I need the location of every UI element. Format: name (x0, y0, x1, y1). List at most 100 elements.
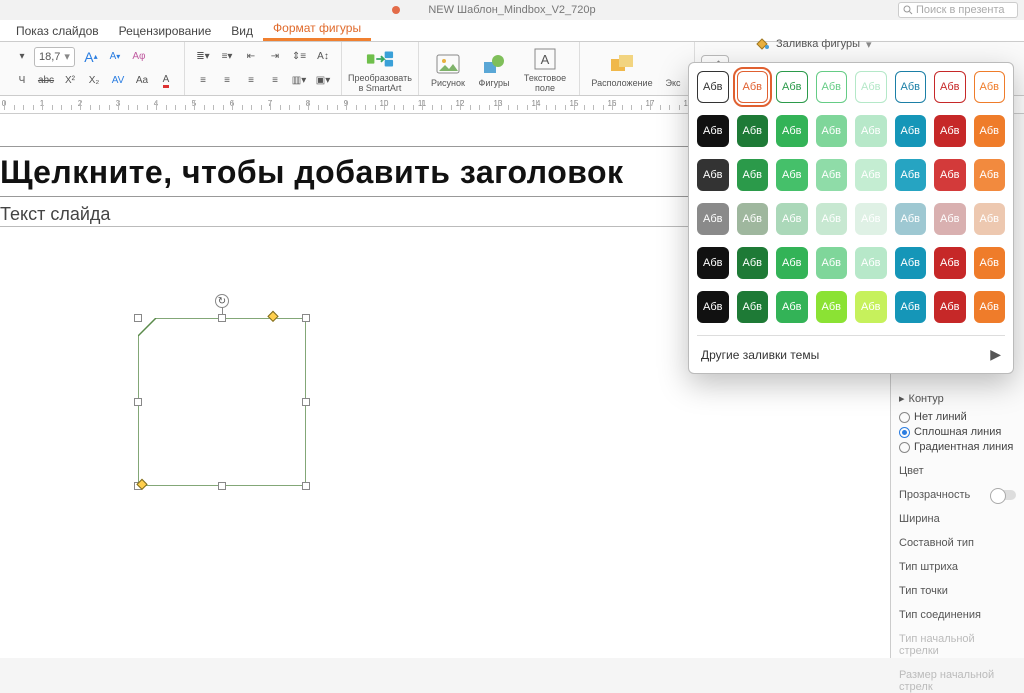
tab-shape-format[interactable]: Формат фигуры (263, 18, 371, 41)
subscript-button[interactable]: X₂ (83, 70, 105, 92)
style-swatch[interactable]: Абв (697, 115, 729, 147)
char-spacing-button[interactable]: AV (107, 70, 129, 92)
style-swatch[interactable]: Абв (776, 159, 808, 191)
tab-view[interactable]: Вид (221, 21, 263, 41)
style-swatch[interactable]: Абв (737, 115, 769, 147)
selected-shape[interactable] (138, 318, 306, 486)
shape-fill-dropdown[interactable]: Заливка фигуры ▾ (754, 36, 872, 52)
style-swatch[interactable]: Абв (974, 71, 1006, 103)
outline-color-row[interactable]: Цвет (899, 465, 1016, 477)
increase-font-button[interactable]: A▴ (80, 46, 102, 68)
style-swatch[interactable]: Абв (697, 203, 729, 235)
outline-width-row[interactable]: Ширина (899, 513, 1016, 525)
quick-styles-button[interactable]: Экс (658, 50, 688, 88)
outline-section-header[interactable]: ▸ Контур (899, 392, 1016, 405)
style-swatch[interactable]: Абв (697, 71, 729, 103)
style-swatch[interactable]: Абв (697, 247, 729, 279)
outline-dash-row[interactable]: Тип штриха (899, 561, 1016, 573)
style-swatch[interactable]: Абв (816, 291, 848, 323)
style-swatch[interactable]: Абв (934, 159, 966, 191)
indent-more-button[interactable]: ⇥ (264, 46, 286, 68)
align-right-button[interactable]: ≡ (240, 70, 262, 92)
resize-handle-se[interactable] (302, 482, 310, 490)
font-size-input[interactable]: 18,7▾ (34, 47, 75, 67)
style-swatch[interactable]: Абв (934, 115, 966, 147)
style-swatch[interactable]: Абв (697, 291, 729, 323)
text-direction-button[interactable]: A↕ (312, 46, 334, 68)
outline-cap-row[interactable]: Тип точки (899, 585, 1016, 597)
style-swatch[interactable]: Абв (737, 159, 769, 191)
style-swatch[interactable]: Абв (737, 291, 769, 323)
style-swatch[interactable]: Абв (855, 115, 887, 147)
resize-handle-nw[interactable] (134, 314, 142, 322)
more-theme-fills-button[interactable]: Другие заливки темы ▶ (697, 335, 1005, 373)
resize-handle-w[interactable] (134, 398, 142, 406)
style-swatch[interactable]: Абв (974, 203, 1006, 235)
rotate-handle[interactable] (215, 294, 229, 308)
textbox-button[interactable]: A Текстовое поле (517, 45, 573, 93)
convert-smartart-button[interactable]: Преобразовать в SmartArt (348, 45, 412, 93)
style-swatch[interactable]: Абв (974, 115, 1006, 147)
arrange-button[interactable]: Расположение (586, 50, 658, 88)
style-swatch[interactable]: Абв (895, 291, 927, 323)
outline-join-row[interactable]: Тип соединения (899, 609, 1016, 621)
transparency-slider[interactable] (990, 490, 1016, 500)
style-swatch[interactable]: Абв (776, 115, 808, 147)
shapes-button[interactable]: Фигуры (471, 50, 517, 88)
style-swatch[interactable]: Абв (974, 291, 1006, 323)
outline-transparency-row[interactable]: Прозрачность (899, 489, 1016, 501)
style-swatch[interactable]: Абв (934, 71, 966, 103)
style-swatch[interactable]: Абв (816, 159, 848, 191)
style-swatch[interactable]: Абв (855, 203, 887, 235)
style-swatch[interactable]: Абв (737, 203, 769, 235)
resize-handle-s[interactable] (218, 482, 226, 490)
tab-slideshow[interactable]: Показ слайдов (6, 21, 109, 41)
style-swatch[interactable]: Абв (776, 203, 808, 235)
resize-handle-n[interactable] (218, 314, 226, 322)
style-swatch[interactable]: Абв (776, 71, 808, 103)
outline-compound-row[interactable]: Составной тип (899, 537, 1016, 549)
outline-solid-radio[interactable]: Сплошная линия (899, 426, 1016, 438)
line-spacing-button[interactable]: ⇕≡ (288, 46, 310, 68)
style-swatch[interactable]: Абв (816, 203, 848, 235)
picture-button[interactable]: Рисунок (425, 50, 471, 88)
outline-gradient-radio[interactable]: Градиентная линия (899, 441, 1016, 453)
outline-none-radio[interactable]: Нет линий (899, 411, 1016, 423)
resize-handle-e[interactable] (302, 398, 310, 406)
justify-button[interactable]: ≡ (264, 70, 286, 92)
strike-button[interactable]: abc (35, 70, 57, 92)
style-swatch[interactable]: Абв (855, 159, 887, 191)
style-swatch[interactable]: Абв (737, 247, 769, 279)
style-swatch[interactable]: Абв (895, 203, 927, 235)
change-case-button[interactable]: Aa (131, 70, 153, 92)
tab-review[interactable]: Рецензирование (109, 21, 222, 41)
body-placeholder[interactable]: Текст слайда (0, 204, 110, 225)
style-swatch[interactable]: Абв (776, 247, 808, 279)
superscript-button[interactable]: X² (59, 70, 81, 92)
style-swatch[interactable]: Абв (855, 71, 887, 103)
style-swatch[interactable]: Абв (974, 159, 1006, 191)
bullets-button[interactable]: ≣▾ (192, 46, 214, 68)
indent-less-button[interactable]: ⇤ (240, 46, 262, 68)
align-text-button[interactable]: ▣▾ (312, 70, 334, 92)
clear-format-button[interactable]: Aφ (128, 46, 150, 68)
align-left-button[interactable]: ≡ (192, 70, 214, 92)
style-swatch[interactable]: Абв (816, 115, 848, 147)
style-swatch[interactable]: Абв (934, 291, 966, 323)
style-swatch[interactable]: Абв (816, 71, 848, 103)
style-swatch[interactable]: Абв (895, 71, 927, 103)
style-swatch[interactable]: Абв (737, 71, 769, 103)
style-swatch[interactable]: Абв (855, 291, 887, 323)
style-swatch[interactable]: Абв (697, 159, 729, 191)
resize-handle-ne[interactable] (302, 314, 310, 322)
style-swatch[interactable]: Абв (855, 247, 887, 279)
style-swatch[interactable]: Абв (895, 115, 927, 147)
style-swatch[interactable]: Абв (895, 159, 927, 191)
style-swatch[interactable]: Абв (974, 247, 1006, 279)
numbering-button[interactable]: ≡▾ (216, 46, 238, 68)
style-swatch[interactable]: Абв (776, 291, 808, 323)
underline-button[interactable]: Ч (11, 70, 33, 92)
style-swatch[interactable]: Абв (895, 247, 927, 279)
search-input[interactable]: Поиск в презента (898, 2, 1018, 18)
align-center-button[interactable]: ≡ (216, 70, 238, 92)
